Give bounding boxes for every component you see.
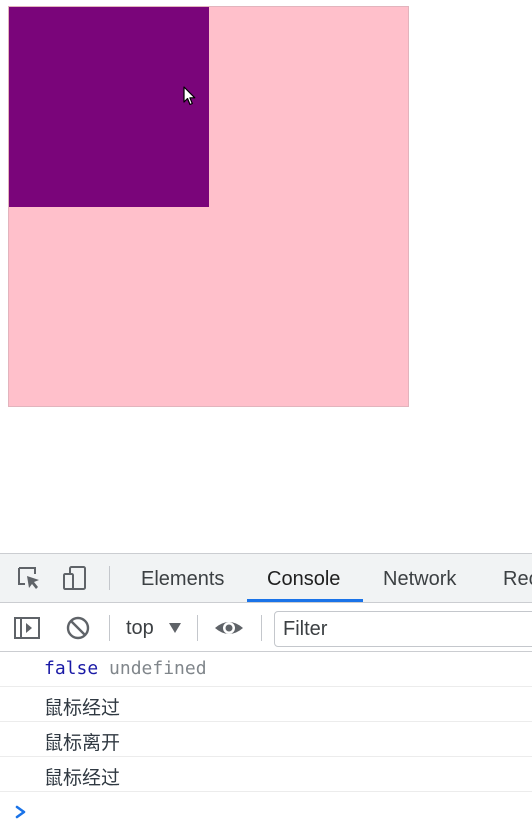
- toolbar-separator: [197, 615, 198, 641]
- execution-context-select[interactable]: top: [126, 611, 181, 643]
- devtools-panel: Elements Console Network Rec top: [0, 553, 532, 833]
- toolbar-separator: [109, 615, 110, 641]
- console-toolbar: top: [0, 603, 532, 652]
- inspect-element-icon[interactable]: [16, 565, 42, 591]
- undefined-value: undefined: [109, 658, 207, 679]
- tab-elements[interactable]: Elements: [141, 554, 224, 602]
- console-prompt-chevron-icon[interactable]: [15, 805, 27, 819]
- execution-context-label: top: [126, 617, 154, 639]
- active-tab-indicator: [247, 599, 363, 602]
- chevron-down-icon: [169, 623, 181, 633]
- outer-pink-box[interactable]: [8, 6, 409, 407]
- inner-purple-box[interactable]: [9, 7, 209, 207]
- tabbar-separator: [109, 566, 110, 590]
- tab-recorder[interactable]: Rec: [503, 554, 532, 602]
- tab-console[interactable]: Console: [267, 554, 340, 602]
- show-sidebar-icon[interactable]: [13, 614, 41, 642]
- console-message: 鼠标经过: [0, 757, 532, 792]
- filter-input[interactable]: [274, 611, 532, 647]
- page-viewport: [0, 0, 532, 553]
- toolbar-separator: [261, 615, 262, 641]
- tab-network[interactable]: Network: [383, 554, 456, 602]
- arrow-cursor-icon: [183, 86, 196, 106]
- console-message: false undefined: [0, 652, 532, 687]
- console-message: 鼠标经过: [0, 687, 532, 722]
- console-message-text: false undefined: [44, 658, 207, 679]
- console-message-text: 鼠标经过: [44, 767, 121, 789]
- device-toolbar-icon[interactable]: [62, 565, 88, 591]
- false-value: false: [44, 658, 99, 679]
- console-message: 鼠标离开: [0, 722, 532, 757]
- console-message-text: 鼠标经过: [44, 697, 121, 719]
- console-message-text: 鼠标离开: [44, 732, 121, 754]
- devtools-tabbar: Elements Console Network Rec: [0, 554, 532, 603]
- console-output: false undefined 鼠标经过 鼠标离开 鼠标经过: [0, 652, 532, 833]
- clear-console-icon[interactable]: [64, 614, 92, 642]
- eye-icon[interactable]: [214, 614, 244, 642]
